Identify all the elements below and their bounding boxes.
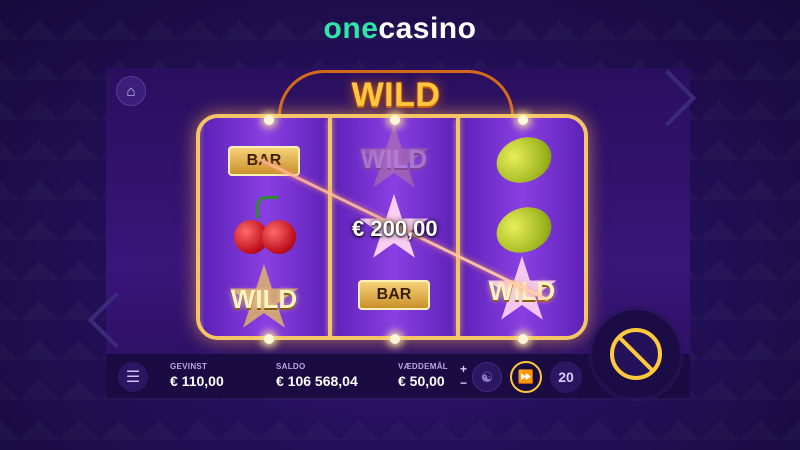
symbol-wild: WILD bbox=[224, 264, 304, 334]
gevinst-value: € 110,00 bbox=[170, 373, 224, 389]
home-button[interactable]: ⌂ bbox=[116, 76, 146, 106]
symbol-wild-label: WILD bbox=[230, 283, 298, 314]
fast-forward-icon: ⏩ bbox=[517, 369, 535, 384]
frame-bulb bbox=[264, 115, 274, 125]
saldo-value: € 106 568,04 bbox=[276, 373, 358, 389]
gevinst-label: GEVINST bbox=[170, 362, 208, 371]
bet-label: VÆDDEMÅL bbox=[398, 362, 448, 371]
symbol-wild: WILD bbox=[354, 124, 434, 194]
menu-icon: ☰ bbox=[125, 369, 141, 386]
frame-bulb bbox=[518, 115, 528, 125]
coin-stack-button[interactable]: ☯ bbox=[472, 362, 502, 392]
bet-decrease-button[interactable]: − bbox=[460, 376, 467, 390]
brand-logo: onecasino bbox=[0, 12, 800, 46]
symbol-wild: WILD bbox=[482, 256, 562, 326]
frame-bulb bbox=[390, 115, 400, 125]
saldo-label: SALDO bbox=[276, 362, 306, 371]
autoplay-count-button[interactable]: 20 bbox=[550, 361, 582, 393]
cherry-stem-icon bbox=[256, 196, 278, 218]
reel-divider bbox=[328, 118, 332, 336]
bet-increase-button[interactable]: + bbox=[460, 362, 467, 376]
cherry-right bbox=[262, 220, 296, 254]
symbol-wild-label: WILD bbox=[360, 143, 428, 174]
symbol-cherries bbox=[232, 196, 302, 260]
brand-logo-casino: casino bbox=[378, 12, 477, 45]
spin-stop-button[interactable] bbox=[610, 328, 662, 380]
symbol-bar: BAR bbox=[358, 280, 430, 310]
home-icon: ⌂ bbox=[126, 82, 136, 100]
coin-stack-icon: ☯ bbox=[480, 368, 494, 385]
frame-bulb bbox=[518, 334, 528, 344]
frame-bulb bbox=[390, 334, 400, 344]
win-amount-popup: € 200,00 bbox=[352, 216, 438, 241]
menu-button[interactable]: ☰ bbox=[118, 362, 148, 392]
bet-value: € 50,00 bbox=[398, 373, 445, 389]
symbol-wild-label: WILD bbox=[488, 275, 556, 306]
turbo-button[interactable]: ⏩ bbox=[510, 361, 542, 393]
frame-bulb bbox=[264, 334, 274, 344]
brand-logo-one: one bbox=[323, 12, 379, 45]
reel-divider bbox=[456, 118, 460, 336]
